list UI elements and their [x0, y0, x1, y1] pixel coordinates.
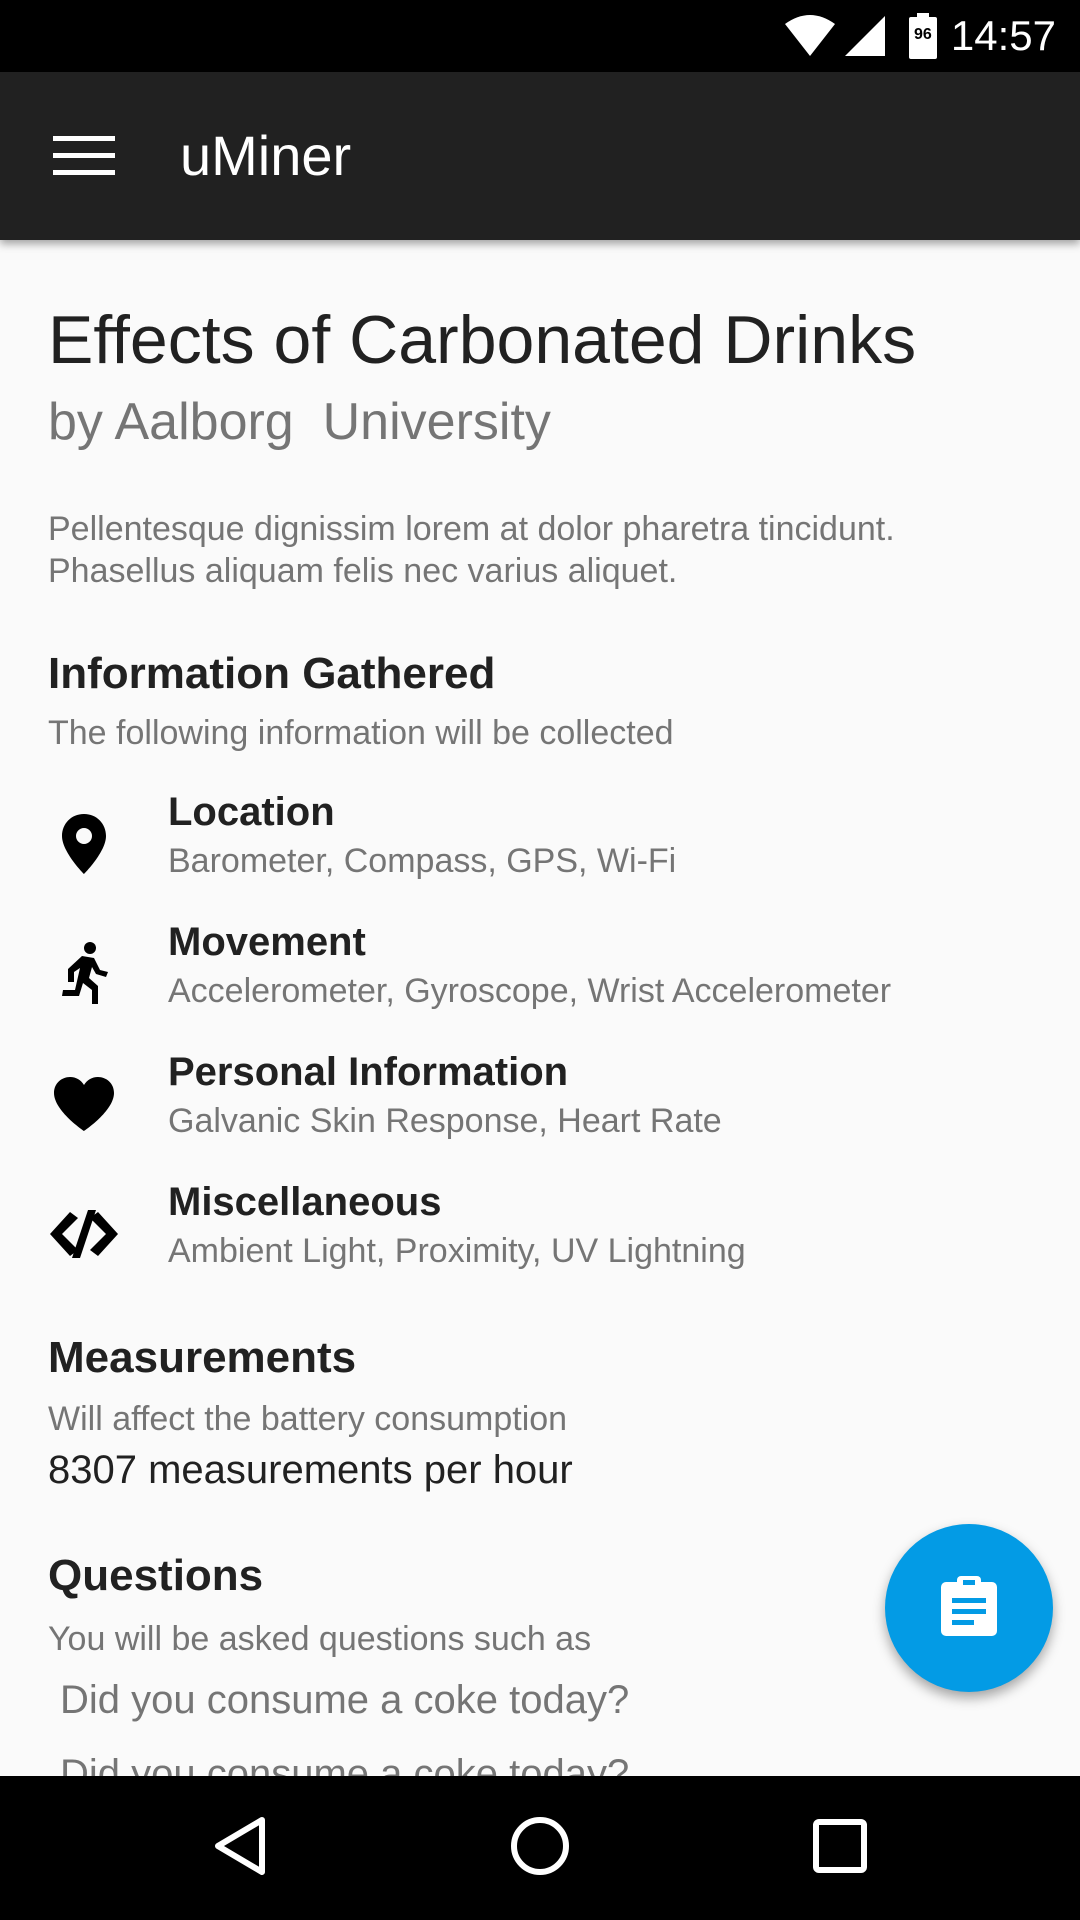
app-title: uMiner — [180, 124, 352, 187]
status-bar: 96 14:57 — [0, 0, 1080, 72]
questions-subheading: You will be asked questions such as — [48, 1620, 592, 1658]
info-item-personal-information: Personal Information Galvanic Skin Respo… — [0, 1048, 1080, 1168]
battery-level: 96 — [913, 26, 932, 43]
question-item: Did you consume a coke today? — [60, 1678, 630, 1722]
measurements-heading: Measurements — [48, 1333, 357, 1382]
info-detail: Galvanic Skin Response, Heart Rate — [168, 1102, 722, 1140]
recents-icon — [812, 1818, 868, 1879]
info-item-movement: Movement Accelerometer, Gyroscope, Wrist… — [0, 918, 1080, 1038]
code-tags-icon — [44, 1194, 124, 1274]
running-person-icon — [44, 934, 124, 1014]
navigation-bar — [0, 1776, 1080, 1920]
heart-icon — [44, 1064, 124, 1144]
fab-clipboard-button[interactable] — [885, 1524, 1053, 1692]
recents-button[interactable] — [780, 1800, 900, 1896]
study-description: Pellentesque dignissim lorem at dolor ph… — [48, 510, 895, 590]
measurements-subheading: Will affect the battery consumption — [48, 1400, 568, 1438]
study-title: Effects of Carbonated Drinks — [48, 302, 917, 378]
info-detail: Accelerometer, Gyroscope, Wrist Accelero… — [168, 972, 892, 1010]
status-time: 14:57 — [950, 12, 1056, 59]
home-button[interactable] — [480, 1800, 600, 1896]
questions-heading: Questions — [48, 1551, 264, 1600]
app-bar: uMiner — [0, 72, 1080, 240]
info-item-miscellaneous: Miscellaneous Ambient Light, Proximity, … — [0, 1178, 1080, 1298]
info-title: Miscellaneous — [168, 1180, 442, 1224]
info-title: Movement — [168, 920, 366, 964]
cell-signal-icon — [843, 14, 887, 58]
info-detail: Barometer, Compass, GPS, Wi-Fi — [168, 842, 677, 880]
information-gathered-heading: Information Gathered — [48, 649, 496, 698]
battery-icon: 96 — [908, 13, 937, 59]
back-icon — [210, 1814, 270, 1883]
wifi-icon — [783, 14, 837, 58]
info-title: Personal Information — [168, 1050, 569, 1094]
home-icon — [508, 1814, 572, 1883]
information-gathered-subheading: The following information will be collec… — [48, 714, 674, 752]
study-organization: by Aalborg University — [48, 393, 551, 451]
status-icons: 96 14:57 — [783, 0, 1056, 72]
info-item-location: Location Barometer, Compass, GPS, Wi-Fi — [0, 788, 1080, 908]
info-detail: Ambient Light, Proximity, UV Lightning — [168, 1232, 746, 1270]
measurements-value: 8307 measurements per hour — [48, 1448, 573, 1492]
back-button[interactable] — [180, 1800, 300, 1896]
info-title: Location — [168, 790, 335, 834]
clipboard-icon — [939, 1574, 999, 1643]
location-pin-icon — [44, 804, 124, 884]
hamburger-menu-icon[interactable] — [40, 124, 128, 188]
question-item: Did you consume a coke today? — [60, 1752, 630, 1776]
